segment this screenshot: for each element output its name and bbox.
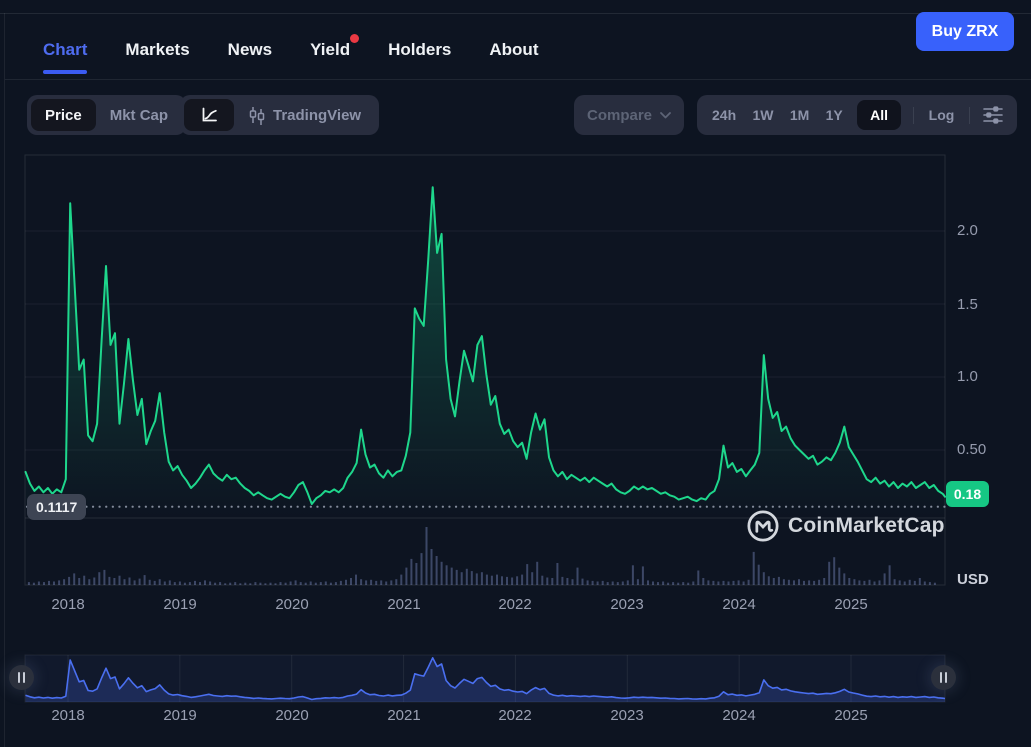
buy-zrx-button[interactable]: Buy ZRX [916, 12, 1014, 51]
x-axis-label: 2021 [387, 596, 420, 613]
price-toggle-button[interactable]: Price [31, 99, 96, 131]
navigator-x-label: 2025 [834, 707, 867, 724]
active-tab-underline [43, 70, 87, 74]
tab-about[interactable]: About [489, 20, 538, 79]
range-1m-button[interactable]: 1M [788, 107, 811, 123]
drag-grip-icon [17, 672, 26, 683]
chevron-down-icon [660, 112, 671, 119]
metric-toggle: Price Mkt Cap [27, 95, 186, 135]
tab-yield-label: Yield [310, 40, 350, 60]
y-axis-label: 0.50 [957, 441, 986, 458]
chart-toolbar: Price Mkt Cap TradingView [0, 95, 1031, 135]
x-axis-label: 2019 [163, 596, 196, 613]
chart-settings-button[interactable] [982, 105, 1004, 125]
baseline-price-badge: 0.1117 [27, 494, 86, 520]
range-selector: 24h 1W 1M 1Y All Log [697, 95, 1017, 135]
tab-chart-label: Chart [43, 40, 87, 60]
x-axis-label: 2024 [722, 596, 755, 613]
candlestick-icon [248, 105, 266, 125]
currency-unit-label: USD [957, 571, 989, 588]
navigator-x-label: 2024 [722, 707, 755, 724]
navigator-right-handle[interactable] [931, 665, 956, 690]
tab-about-label: About [489, 40, 538, 60]
chart-engine-toggle: TradingView [180, 95, 379, 135]
compare-dropdown[interactable]: Compare [574, 95, 684, 135]
navigator-x-label: 2020 [275, 707, 308, 724]
log-scale-button[interactable]: Log [927, 107, 957, 123]
navigator-x-label: 2023 [610, 707, 643, 724]
range-1w-button[interactable]: 1W [750, 107, 775, 123]
x-axis-label: 2023 [610, 596, 643, 613]
navigator-track[interactable] [25, 655, 945, 702]
tab-holders-label: Holders [388, 40, 451, 60]
navigator-x-label: 2019 [163, 707, 196, 724]
tradingview-button[interactable]: TradingView [234, 99, 375, 131]
navigator-x-label: 2021 [387, 707, 420, 724]
tab-markets-label: Markets [125, 40, 189, 60]
y-axis-label: 1.5 [957, 296, 978, 313]
x-axis-label: 2020 [275, 596, 308, 613]
tab-markets[interactable]: Markets [125, 20, 189, 79]
current-price-badge: 0.18 [946, 481, 989, 507]
mktcap-toggle-label: Mkt Cap [110, 107, 168, 124]
coin-tabs-header: Chart Markets News Yield Holders About [5, 14, 1031, 80]
x-axis-label: 2018 [51, 596, 84, 613]
simple-chart-button[interactable] [184, 99, 234, 131]
coin-detail-page: Chart Markets News Yield Holders About B… [0, 0, 1031, 747]
coinmarketcap-watermark: CoinMarketCap [746, 509, 945, 543]
x-axis-label: 2022 [498, 596, 531, 613]
separator [913, 107, 914, 124]
range-24h-button[interactable]: 24h [710, 107, 738, 123]
navigator-x-label: 2018 [51, 707, 84, 724]
y-axis-label: 2.0 [957, 222, 978, 239]
tab-holders[interactable]: Holders [388, 20, 451, 79]
mktcap-toggle-button[interactable]: Mkt Cap [96, 99, 182, 131]
range-1y-button[interactable]: 1Y [824, 107, 845, 123]
tab-news[interactable]: News [228, 20, 272, 79]
navigator-left-handle[interactable] [9, 665, 34, 690]
sliders-icon [982, 105, 1004, 125]
separator [969, 107, 970, 124]
compare-label: Compare [587, 107, 652, 124]
tab-chart[interactable]: Chart [43, 20, 87, 79]
coinmarketcap-logo-icon [746, 509, 780, 543]
drag-grip-icon [939, 672, 948, 683]
tab-news-label: News [228, 40, 272, 60]
tab-yield[interactable]: Yield [310, 20, 350, 79]
line-chart-icon [199, 105, 219, 125]
price-toggle-label: Price [45, 107, 82, 124]
notification-dot [350, 34, 359, 43]
tab-bar: Chart Markets News Yield Holders About [43, 14, 538, 79]
navigator-x-label: 2022 [498, 707, 531, 724]
tradingview-label: TradingView [273, 107, 361, 124]
x-axis-label: 2025 [834, 596, 867, 613]
y-axis-label: 1.0 [957, 368, 978, 385]
watermark-text: CoinMarketCap [788, 514, 945, 538]
range-all-button[interactable]: All [857, 100, 901, 130]
